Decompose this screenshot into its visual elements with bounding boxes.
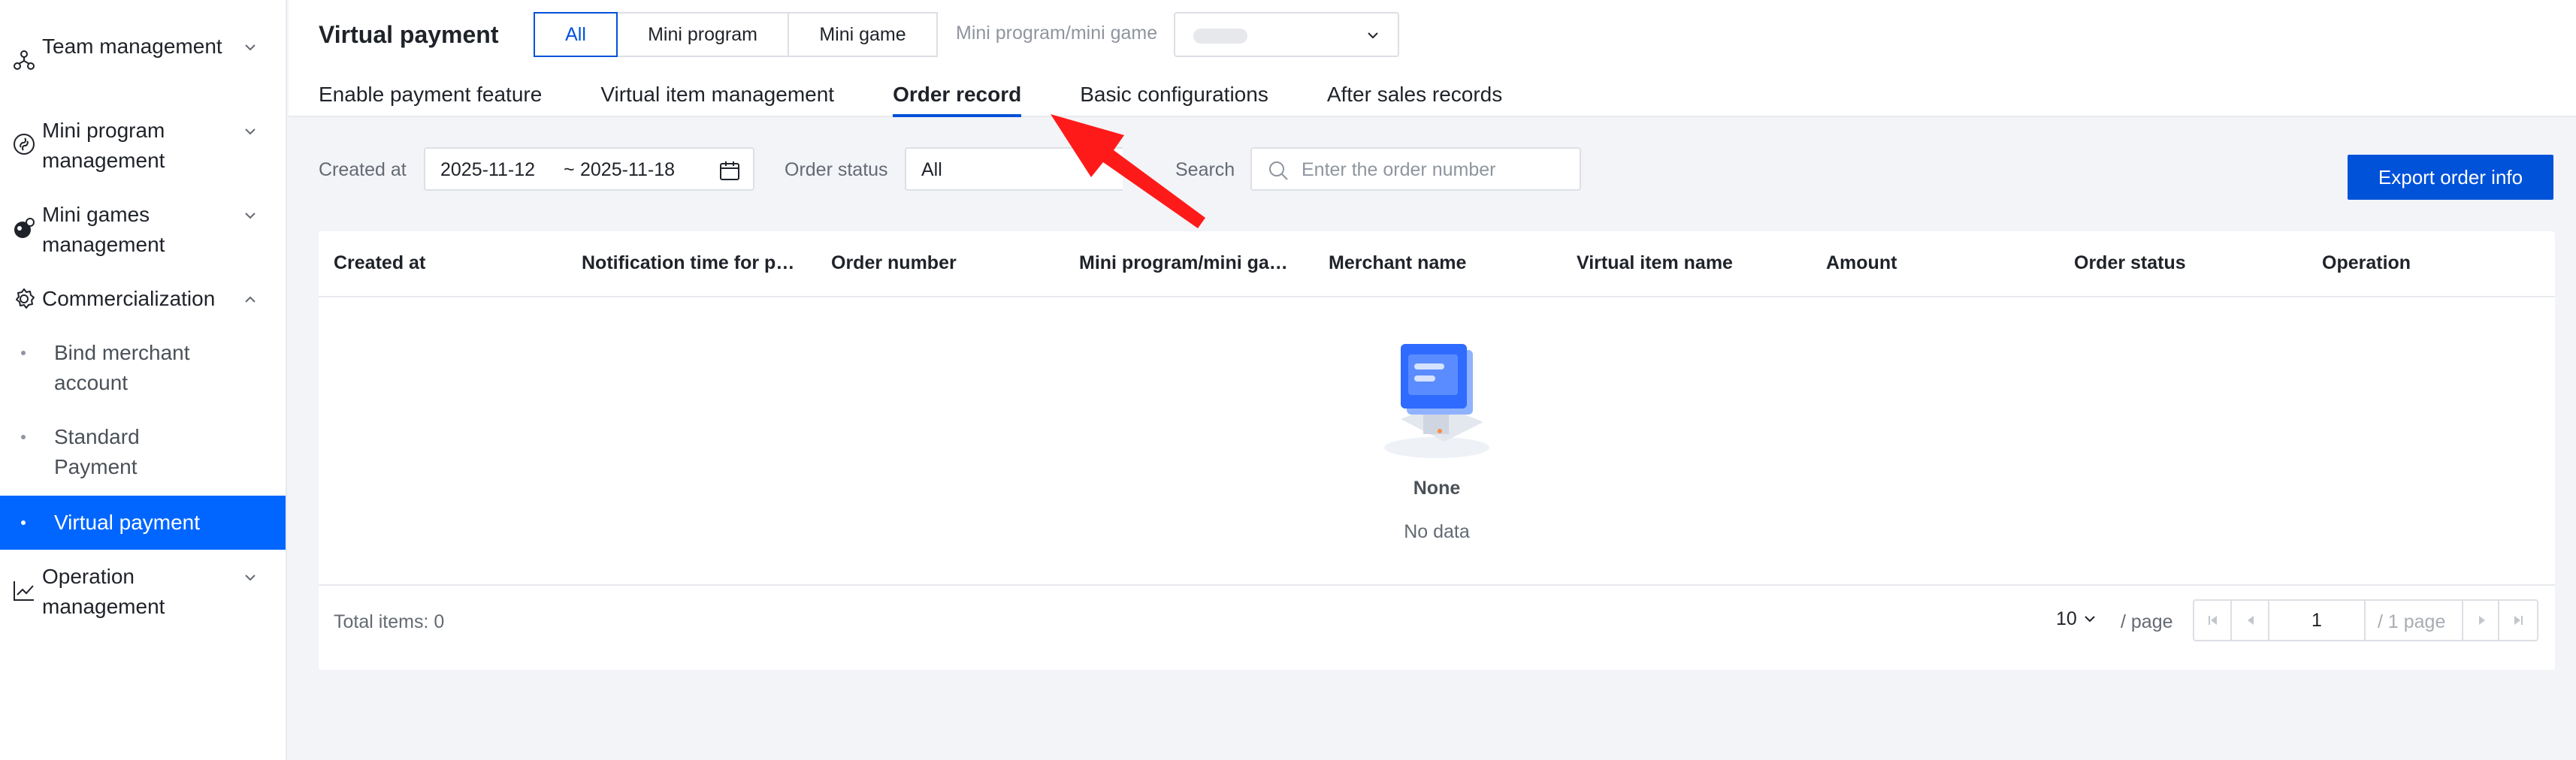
sidebar-group-label: Mini program management — [42, 119, 165, 172]
search-input[interactable] — [1302, 155, 1572, 185]
annotation-arrow-icon — [1051, 114, 1205, 228]
sidebar-item-label: Standard Payment — [54, 425, 140, 478]
first-page-icon — [2209, 616, 2217, 625]
table-header: Created at Notification time for payment… — [319, 231, 2555, 297]
column-header-merchant-name: Merchant name — [1329, 252, 1467, 273]
sidebar-group-label: Mini games management — [42, 203, 165, 256]
order-status-value: All — [921, 159, 942, 180]
order-status-label: Order status — [785, 159, 888, 180]
sidebar-group-operation-management[interactable]: Operation management — [0, 562, 286, 622]
chevron-down-icon[interactable] — [242, 207, 259, 224]
empty-state-subtitle: No data — [1404, 521, 1470, 542]
chevron-down-icon[interactable] — [242, 569, 259, 586]
chevron-up-icon[interactable] — [242, 291, 259, 308]
sidebar-item-label: Virtual payment — [54, 511, 201, 534]
bullet-dot — [21, 351, 26, 355]
total-items: Total items: 0 — [334, 611, 445, 632]
mini-program-select[interactable] — [1174, 12, 1399, 57]
sidebar-group-mini-program-management[interactable]: Mini program management — [0, 116, 286, 176]
next-page-icon — [2479, 616, 2485, 625]
column-header-mini-program: Mini program/mini game — [1079, 252, 1293, 273]
chevron-down-icon — [1368, 32, 1378, 39]
bullet-dot — [21, 520, 26, 525]
current-page-input[interactable]: 1 — [2269, 601, 2366, 640]
segment-mini-program[interactable]: Mini program — [616, 12, 789, 57]
column-header-operation: Operation — [2322, 252, 2411, 273]
search-field[interactable] — [1250, 147, 1581, 191]
sidebar-item-virtual-payment[interactable]: Virtual payment — [0, 496, 286, 550]
segment-filter: All Mini program Mini game — [534, 12, 938, 57]
column-header-amount: Amount — [1826, 252, 1897, 273]
prev-page-icon — [2248, 616, 2254, 625]
sidebar-group-label: Team management — [42, 35, 222, 58]
sidebar-item-bind-merchant-account[interactable]: Bind merchant account — [0, 338, 286, 398]
bullet-dot — [21, 435, 26, 439]
export-order-info-button[interactable]: Export order info — [2348, 155, 2553, 200]
next-page-button[interactable] — [2462, 601, 2499, 640]
sidebar-group-team-management[interactable]: Team management — [0, 32, 286, 70]
mini-game-icon — [14, 218, 35, 238]
sidebar-item-standard-payment[interactable]: Standard Payment — [0, 422, 286, 482]
column-header-order-status: Order status — [2074, 252, 2186, 273]
chevron-down-icon[interactable] — [242, 39, 259, 56]
search-icon — [1269, 161, 1288, 180]
last-page-icon — [2514, 616, 2523, 625]
chart-line-icon — [14, 581, 34, 601]
segment-mini-game[interactable]: Mini game — [788, 12, 938, 57]
mini-program-icon — [14, 134, 35, 155]
created-at-label: Created at — [319, 159, 407, 180]
tab-bar: Enable payment feature Virtual item mana… — [319, 78, 1561, 117]
sidebar-item-label: Bind merchant account — [54, 341, 190, 394]
tab-after-sales-records[interactable]: After sales records — [1327, 78, 1502, 117]
date-range-picker[interactable]: 2025-11-12 ~ 2025-11-18 — [424, 147, 754, 191]
sidebar-group-label: Operation management — [42, 565, 165, 618]
column-header-created-at: Created at — [334, 252, 426, 273]
filter-bar: Created at 2025-11-12 ~ 2025-11-18 Order… — [319, 147, 2553, 200]
date-end: 2025-11-18 — [580, 159, 676, 180]
page-size-select[interactable]: 10 — [2056, 608, 2097, 630]
first-page-button[interactable] — [2194, 601, 2232, 640]
pagination: 1 / 1 page — [2193, 599, 2538, 641]
tab-order-record[interactable]: Order record — [893, 78, 1022, 117]
column-header-virtual-item-name: Virtual item name — [1577, 252, 1733, 273]
team-icon — [14, 50, 35, 70]
per-page-label: / page — [2121, 611, 2173, 632]
sidebar-group-mini-games-management[interactable]: Mini games management — [0, 200, 286, 260]
tab-virtual-item-management[interactable]: Virtual item management — [600, 78, 834, 117]
order-table: Created at Notification time for payment… — [319, 231, 2555, 670]
gear-icon — [16, 288, 35, 309]
blurred-value — [1193, 29, 1247, 44]
segment-all[interactable]: All — [534, 12, 618, 57]
sidebar-group-label: Commercialization — [42, 287, 216, 310]
prev-page-button[interactable] — [2232, 601, 2269, 640]
last-page-button[interactable] — [2499, 601, 2537, 640]
mini-program-filter-label: Mini program/mini game — [956, 23, 1158, 44]
sidebar-group-commercialization[interactable]: Commercialization — [0, 284, 286, 314]
page-title: Virtual payment — [319, 21, 499, 48]
empty-state-illustration — [1384, 344, 1489, 458]
tab-enable-payment-feature[interactable]: Enable payment feature — [319, 78, 542, 117]
column-header-order-number: Order number — [831, 252, 957, 273]
chevron-down-icon[interactable] — [242, 123, 259, 140]
page-total: / 1 page — [2378, 611, 2446, 632]
page-size-value: 10 — [2056, 608, 2077, 629]
chevron-down-icon — [2085, 616, 2095, 623]
date-start: 2025-11-12 — [440, 159, 536, 180]
date-separator: ~ — [564, 159, 575, 180]
page-header: Virtual payment All Mini program Mini ga… — [289, 0, 2576, 117]
empty-state-title: None — [1413, 478, 1461, 499]
table-footer-divider — [319, 584, 2555, 586]
sidebar: Team management Mini program management … — [0, 0, 287, 760]
calendar-icon — [720, 161, 739, 180]
column-header-notification-time: Notification time for payment — [582, 252, 801, 273]
